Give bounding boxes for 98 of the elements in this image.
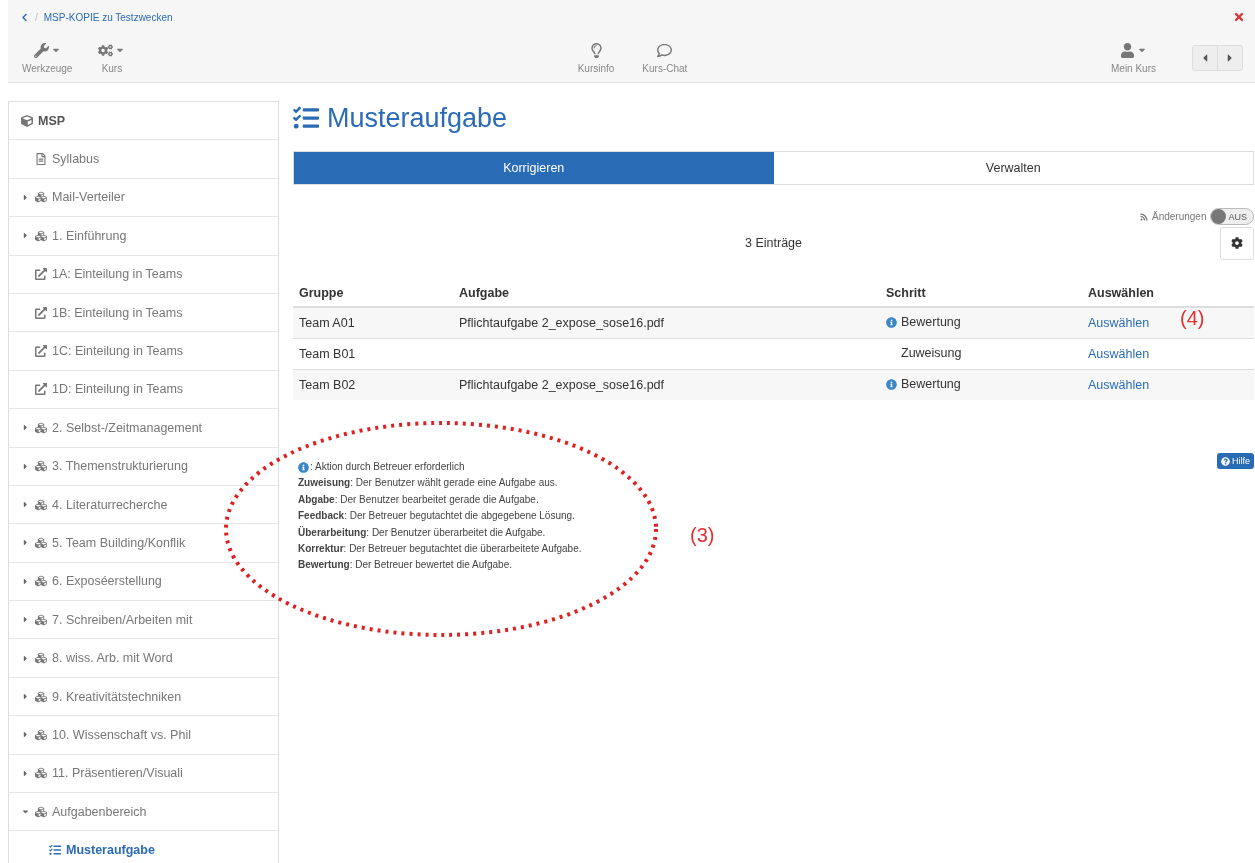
sidebar-item[interactable]: 7. Schreiben/Arbeiten mit — [9, 601, 278, 640]
caret-right-icon — [21, 653, 30, 663]
caret-right-icon — [21, 423, 30, 433]
table-cell: Team B01 — [293, 338, 453, 370]
caret-right-icon — [21, 500, 30, 510]
cubes-icon — [35, 191, 47, 204]
changes-toggle[interactable]: AUS — [1210, 208, 1254, 225]
sidebar-item[interactable]: 4. Literaturrecherche — [9, 485, 278, 525]
help-button[interactable]: Hilfe — [1217, 453, 1254, 469]
sidebar-item[interactable]: 10. Wissenschaft vs. Phil — [9, 716, 278, 755]
legend-line: Bewertung: Der Betreuer bewertet die Aufgabe. — [298, 558, 513, 573]
external-link-icon — [35, 306, 47, 319]
external-link-icon — [35, 383, 47, 396]
cubes-icon — [35, 460, 47, 473]
toggle-label: Änderungen — [1152, 211, 1207, 222]
caret-right-icon — [21, 231, 30, 241]
legend-line: Abgabe: Der Benutzer bearbeitet gerade die Aufgabe. — [298, 492, 540, 507]
document-icon — [35, 153, 47, 166]
toolbar-button[interactable]: Kursinfo — [577, 42, 615, 74]
list-icon — [293, 105, 319, 131]
legend-line: Feedback: Der Betreuer begutachtet die abgegebene Lösung. — [298, 509, 576, 524]
sidebar-item[interactable]: 5. Team Building/Konflik — [9, 524, 278, 563]
separator: / — [35, 11, 38, 23]
entry-count: 3 Einträge — [744, 236, 803, 250]
legend-line: Überarbeitung: Der Benutzer überarbeitet die Aufgabe. — [298, 525, 547, 540]
cubes-icon — [35, 805, 47, 818]
cube-icon — [21, 114, 33, 127]
select-link[interactable]: Auswählen — [1088, 347, 1150, 361]
sidebar-item[interactable]: 6. Exposéerstellung — [9, 562, 278, 602]
toolbar-button[interactable]: Kurs-Chat — [642, 42, 688, 74]
cubes-icon — [35, 690, 47, 703]
tab[interactable]: Korrigieren — [294, 152, 774, 184]
sidebar-item[interactable]: Aufgabenbereich — [9, 793, 278, 832]
list-icon — [49, 844, 61, 857]
wrench-icon — [33, 42, 61, 58]
caret-right-icon — [21, 730, 30, 740]
settings-icon — [1231, 237, 1243, 249]
external-link-icon — [35, 268, 47, 281]
user-icon — [1120, 42, 1147, 58]
step-label: Bewertung — [901, 377, 961, 392]
caret-right-icon — [21, 192, 30, 202]
legend-note: : Aktion durch Betreuer erforderlich — [310, 460, 465, 474]
sidebar-item[interactable]: 11. Präsentieren/Visuali — [9, 754, 278, 794]
feed-icon — [1140, 212, 1148, 221]
caret-right-icon — [21, 615, 30, 625]
cubes-icon — [35, 421, 47, 434]
annotation-number: (3) — [690, 524, 715, 547]
sidebar-item[interactable]: 2. Selbst-/Zeitmanagement — [9, 409, 278, 448]
table-cell: Pflichtaufgabe 2_expose_sose16.pdf — [453, 307, 880, 339]
caret-right-icon — [21, 538, 30, 548]
settings-button[interactable] — [1220, 226, 1254, 260]
sidebar-item[interactable]: 3. Themenstrukturierung — [9, 447, 278, 486]
cubes-icon — [35, 537, 47, 549]
sidebar-item[interactable]: Mail-Verteiler — [9, 178, 278, 218]
step-label: Zuweisung — [901, 346, 962, 361]
cubes-icon — [35, 652, 47, 665]
table-cell: Pflichtaufgabe 2_expose_sose16.pdf — [453, 369, 880, 400]
sidebar-item[interactable]: 9. Kreativitätstechniken — [9, 677, 278, 717]
table-cell: Team B02 — [293, 369, 453, 400]
sidebar-item[interactable]: 8. wiss. Arb. mit Word — [9, 639, 278, 678]
caret-right-icon — [21, 768, 30, 778]
chat-icon — [657, 42, 673, 58]
sidebar-item[interactable]: 1A: Einteilung in Teams — [9, 255, 278, 294]
back-icon[interactable] — [20, 12, 29, 22]
table-cell: Team A01 — [293, 307, 453, 339]
sidebar-root[interactable]: MSP — [9, 102, 278, 141]
sidebar-item[interactable]: 1B: Einteilung in Teams — [9, 293, 278, 333]
annotation-number: (4) — [1180, 307, 1205, 330]
close-icon[interactable] — [1233, 11, 1245, 23]
breadcrumb-link[interactable]: MSP-KOPIE zu Testzwecken — [43, 11, 173, 23]
cubes-icon — [35, 728, 47, 741]
cubes-icon — [35, 613, 47, 626]
cubes-icon — [35, 498, 47, 511]
step-label: Bewertung — [901, 315, 961, 330]
sidebar-item[interactable]: 1. Einführung — [9, 217, 278, 256]
sidebar-item[interactable]: 1D: Einteilung in Teams — [9, 370, 278, 410]
sidebar-item[interactable]: Syllabus — [9, 140, 278, 179]
external-link-icon — [35, 345, 47, 358]
cubes-icon — [35, 767, 47, 780]
sidebar-item[interactable]: Musteraufgabe — [9, 831, 278, 863]
help-icon — [1221, 456, 1230, 466]
toolbar-button[interactable]: Mein Kurs — [1111, 42, 1156, 74]
select-link[interactable]: Auswählen — [1088, 378, 1150, 392]
lightbulb-icon — [588, 42, 604, 58]
gears-icon — [98, 42, 126, 58]
toolbar-button[interactable]: Kurs — [98, 42, 126, 74]
legend-line: Korrektur: Der Betreuer begutachtet die überarbeitete Aufgabe. — [298, 542, 582, 557]
cubes-icon — [35, 575, 47, 588]
toolbar-button[interactable]: Werkzeuge — [22, 42, 73, 74]
caret-right-icon — [21, 461, 30, 471]
cubes-icon — [35, 229, 47, 242]
sidebar-item[interactable]: 1C: Einteilung in Teams — [9, 332, 278, 371]
caret-right-icon — [21, 692, 30, 702]
legend-line: Zuweisung: Der Benutzer wählt gerade eine Aufgabe aus. — [298, 476, 559, 491]
caret-right-icon — [21, 576, 30, 586]
select-link[interactable]: Auswählen — [1088, 316, 1150, 330]
page-title: Musteraufgabe — [327, 102, 508, 134]
info-icon — [298, 461, 309, 473]
